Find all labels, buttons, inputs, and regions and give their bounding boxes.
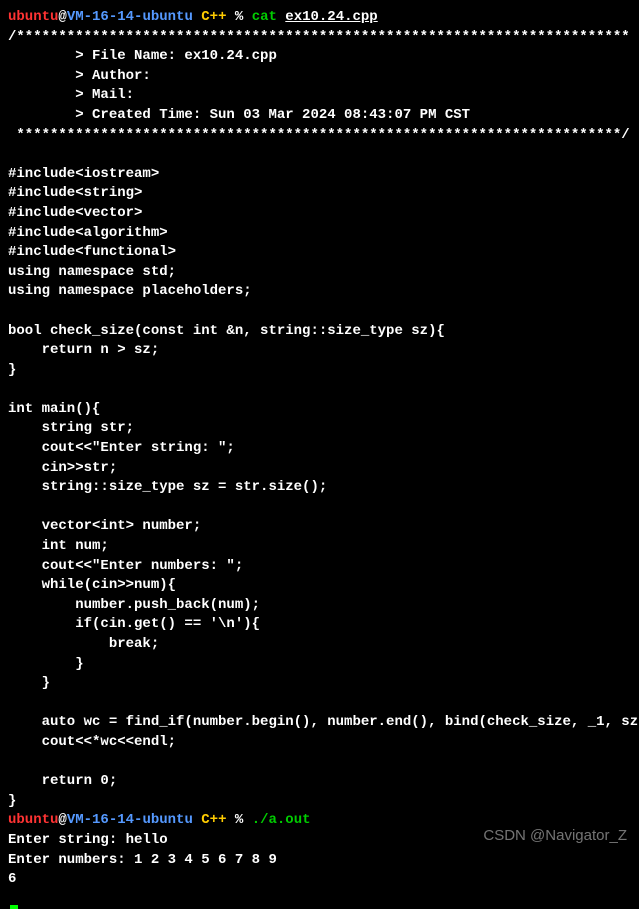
prompt-host-2: VM-16-14-ubuntu — [67, 812, 193, 828]
prompt-cwd: C++ — [193, 9, 235, 25]
watermark: CSDN @Navigator_Z — [483, 825, 627, 846]
cmd-run: ./a.out — [252, 812, 311, 828]
prompt-sym: % — [235, 9, 252, 25]
prompt-cwd-2: C++ — [193, 812, 235, 828]
cmd-arg: ex10.24.cpp — [285, 9, 377, 25]
prompt-line-2: ubuntu@VM-16-14-ubuntu C++ % ./a.out — [8, 812, 311, 828]
prompt-at: @ — [58, 9, 66, 25]
prompt-host: VM-16-14-ubuntu — [67, 9, 193, 25]
program-output: Enter string: hello Enter numbers: 1 2 3… — [8, 832, 277, 887]
cmd-cat: cat — [252, 9, 286, 25]
prompt-at-2: @ — [58, 812, 66, 828]
prompt-sym-2: % — [235, 812, 252, 828]
terminal-output: ubuntu@VM-16-14-ubuntu C++ % cat ex10.24… — [8, 8, 631, 909]
prompt-user: ubuntu — [8, 9, 58, 25]
prompt-line-1: ubuntu@VM-16-14-ubuntu C++ % cat ex10.24… — [8, 9, 378, 25]
prompt-user-2: ubuntu — [8, 812, 58, 828]
cursor — [10, 905, 18, 909]
file-contents: /***************************************… — [8, 29, 639, 809]
